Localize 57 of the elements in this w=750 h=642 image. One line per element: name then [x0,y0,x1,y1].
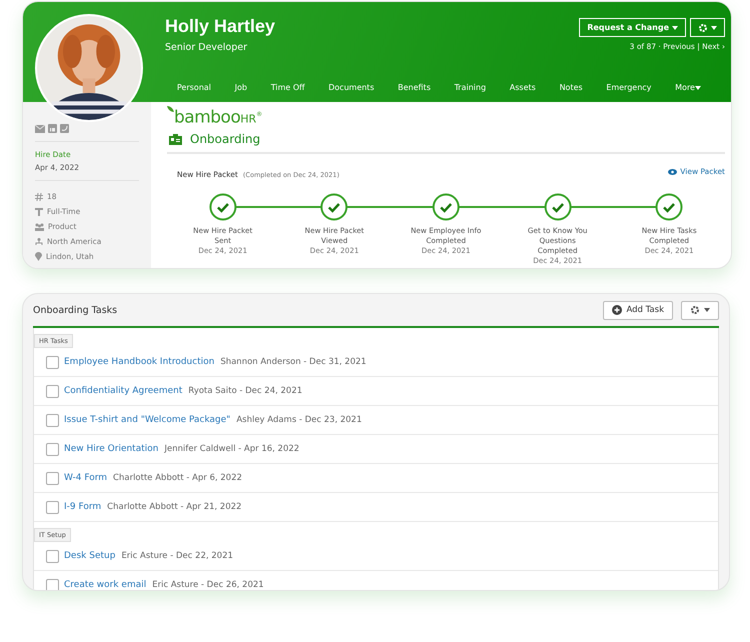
nav-tab[interactable]: Assets [510,78,536,97]
hierarchy-icon [35,238,43,246]
nav-tab[interactable]: Emergency [606,78,652,97]
checkbox[interactable] [46,472,59,484]
people-icon [35,222,44,230]
checkbox[interactable] [46,500,59,514]
task-link[interactable]: New Hire Orientation [64,444,158,454]
task-link[interactable]: Desk Setup [64,551,116,561]
task-assignee-date: Eric Asture - Dec 22, 2021 [121,551,234,561]
checkbox[interactable] [46,414,59,426]
task-assignee-date: Shannon Anderson - Dec 31, 2021 [220,357,366,367]
nav-tab[interactable]: More [675,78,701,97]
hash-icon [35,192,43,200]
task-assignee-date: Charlotte Abbott - Apr 6, 2022 [113,473,242,483]
task-link[interactable]: Issue T-shirt and "Welcome Package" [64,415,230,425]
section-title: Onboarding [190,132,260,146]
nav-tab[interactable]: Time Off [270,78,305,97]
plus-circle-icon [612,305,622,315]
task-link[interactable]: Employee Handbook Introduction [64,357,214,367]
task-link[interactable]: I-9 Form [64,502,102,512]
checkbox[interactable] [46,384,59,398]
email-icon[interactable] [35,124,45,132]
bamboohr-logo: bambooHR$^{®}$ [174,106,262,129]
task-assignee-date: Ryota Saito - Dec 24, 2021 [188,386,302,396]
checkbox[interactable] [46,578,59,590]
request-change-button[interactable]: Request a Change [579,18,686,37]
task-assignee-date: Jennifer Caldwell - Apr 16, 2022 [164,444,300,454]
nav-tab[interactable]: Benefits [398,78,431,97]
tasks-title: Onboarding Tasks [33,304,118,316]
task-link[interactable]: Confidentiality Agreement [64,386,182,396]
nav-tab[interactable]: Job [234,78,248,97]
leaf-icon [167,106,174,112]
settings-button[interactable] [681,300,719,320]
checkbox[interactable] [46,550,59,562]
nav-tab[interactable]: Documents [328,78,374,97]
id-card-icon [169,134,182,144]
location-pin-icon [35,252,42,261]
task-assignee-date: Eric Asture - Dec 26, 2021 [152,580,264,590]
gear-icon [698,22,708,32]
gear-icon [690,305,700,315]
nav-tab[interactable]: Personal [177,78,212,97]
checkbox[interactable] [46,442,59,456]
nav-tab[interactable]: Training [454,78,486,97]
task-assignee-date: Ashley Adams - Dec 23, 2021 [236,415,362,425]
employee-name: Holly Hartley [165,16,276,37]
job-title: Senior Developer [165,42,248,53]
caret-icon [704,308,710,312]
task-assignee-date: Charlotte Abbott - Apr 21, 2022 [107,502,242,512]
add-task-button[interactable]: Add Task [603,300,673,320]
task-link[interactable]: W-4 Form [64,473,108,483]
checkbox[interactable] [46,356,59,368]
nav-tab[interactable]: Notes [559,78,583,97]
task-link[interactable]: Create work email [64,580,146,590]
eye-icon [668,168,678,174]
caret-icon [711,26,717,30]
caret-icon [672,26,678,30]
caret-icon [694,86,701,90]
